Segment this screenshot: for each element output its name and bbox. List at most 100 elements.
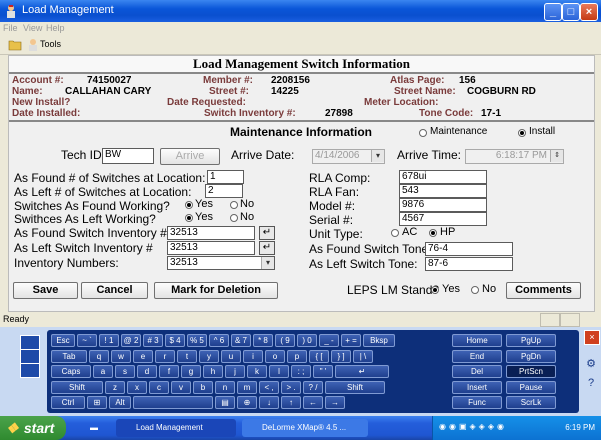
key[interactable]: v: [171, 380, 191, 394]
key[interactable]: Ctrl: [51, 396, 85, 409]
menu-file[interactable]: File: [3, 23, 18, 33]
unit-type-ac-radio[interactable]: [391, 229, 399, 237]
nav-key[interactable]: PrtScn: [506, 365, 556, 378]
key[interactable]: & 7: [231, 334, 251, 347]
nav-key[interactable]: PgDn: [506, 349, 556, 363]
tech-id-field[interactable]: BW: [102, 148, 154, 164]
key[interactable]: Alt: [109, 396, 131, 409]
rla-comp-field[interactable]: 678ui: [399, 170, 487, 184]
key[interactable]: i: [243, 349, 263, 363]
serial-field[interactable]: 4567: [399, 212, 487, 226]
key[interactable]: ) 0: [297, 334, 317, 347]
nav-key[interactable]: Func: [452, 396, 502, 409]
key[interactable]: [133, 396, 213, 409]
tools-icon[interactable]: [26, 38, 40, 51]
key[interactable]: o: [265, 349, 285, 363]
spinner-icon[interactable]: ⇕: [550, 150, 563, 162]
title-bar[interactable]: Load Management _ □ ×: [0, 0, 601, 22]
key[interactable]: w: [111, 349, 131, 363]
maximize-icon[interactable]: □: [562, 3, 580, 21]
nav-key[interactable]: PgUp: [506, 334, 556, 347]
key[interactable]: ←: [303, 396, 323, 409]
keyboard-close-icon[interactable]: ×: [584, 330, 600, 345]
inv-numbers-select[interactable]: 32513 ▾: [167, 256, 275, 270]
key[interactable]: ⊞: [87, 396, 107, 409]
key[interactable]: Esc: [51, 334, 75, 347]
key[interactable]: m: [237, 380, 257, 394]
found-inv-field[interactable]: 32513: [167, 226, 255, 240]
key[interactable]: ( 9: [275, 334, 295, 347]
arrive-time-field[interactable]: 6:18:17 PM ⇕: [465, 149, 564, 164]
key[interactable]: y: [199, 349, 219, 363]
tools-label[interactable]: Tools: [40, 39, 61, 49]
key[interactable]: l: [269, 365, 289, 378]
nav-key[interactable]: ScrLk: [506, 396, 556, 409]
key[interactable]: Caps: [51, 365, 91, 378]
key[interactable]: $ 4: [165, 334, 185, 347]
key[interactable]: u: [221, 349, 241, 363]
menu-view[interactable]: View: [23, 23, 42, 33]
nav-key[interactable]: Home: [452, 334, 502, 347]
key[interactable]: p: [287, 349, 307, 363]
key[interactable]: e: [133, 349, 153, 363]
key[interactable]: ↵: [335, 365, 389, 378]
keyboard-mode-icon[interactable]: [20, 349, 40, 364]
key[interactable]: : ;: [291, 365, 311, 378]
key[interactable]: ! 1: [99, 334, 119, 347]
left-tone-field[interactable]: 87-6: [425, 257, 513, 271]
key[interactable]: { [: [309, 349, 329, 363]
radio-maintenance[interactable]: [419, 129, 427, 137]
key[interactable]: " ': [313, 365, 333, 378]
key[interactable]: t: [177, 349, 197, 363]
key[interactable]: Shift: [325, 380, 385, 394]
key[interactable]: ~ `: [77, 334, 97, 347]
key[interactable]: k: [247, 365, 267, 378]
key[interactable]: c: [149, 380, 169, 394]
left-count-field[interactable]: 2: [205, 184, 243, 198]
quick-launch-icon[interactable]: ▬: [90, 419, 110, 437]
key[interactable]: + =: [341, 334, 361, 347]
nav-key[interactable]: Del: [452, 365, 502, 378]
key[interactable]: ▤: [215, 396, 235, 409]
key[interactable]: q: [89, 349, 109, 363]
keyboard-help-icon[interactable]: ?: [584, 377, 598, 390]
key[interactable]: @ 2: [121, 334, 141, 347]
folder-icon[interactable]: [8, 38, 22, 51]
key[interactable]: * 8: [253, 334, 273, 347]
key[interactable]: > .: [281, 380, 301, 394]
key[interactable]: r: [155, 349, 175, 363]
leps-no-radio[interactable]: [471, 286, 479, 294]
arrive-date-field[interactable]: 4/14/2006 ▾: [312, 149, 385, 164]
rla-fan-field[interactable]: 543: [399, 184, 487, 198]
key[interactable]: j: [225, 365, 245, 378]
key[interactable]: < ,: [259, 380, 279, 394]
key[interactable]: | \: [353, 349, 373, 363]
key[interactable]: ↓: [259, 396, 279, 409]
found-working-no-radio[interactable]: [230, 201, 238, 209]
return-arrow-icon[interactable]: ↵: [259, 226, 275, 240]
key[interactable]: s: [115, 365, 135, 378]
keyboard-mode-icon[interactable]: [20, 335, 40, 350]
key[interactable]: ↑: [281, 396, 301, 409]
leps-yes-radio[interactable]: [431, 286, 439, 294]
left-working-no-radio[interactable]: [230, 214, 238, 222]
found-tone-field[interactable]: 76-4: [425, 242, 513, 256]
key[interactable]: ⊕: [237, 396, 257, 409]
menu-help[interactable]: Help: [46, 23, 65, 33]
unit-type-hp-radio[interactable]: [429, 229, 437, 237]
key[interactable]: # 3: [143, 334, 163, 347]
key[interactable]: % 5: [187, 334, 207, 347]
key[interactable]: f: [159, 365, 179, 378]
key[interactable]: →: [325, 396, 345, 409]
key[interactable]: Bksp: [363, 334, 395, 347]
save-button[interactable]: Save: [13, 282, 78, 299]
key[interactable]: b: [193, 380, 213, 394]
arrive-button[interactable]: Arrive: [160, 148, 220, 165]
key[interactable]: g: [181, 365, 201, 378]
key[interactable]: x: [127, 380, 147, 394]
key[interactable]: a: [93, 365, 113, 378]
nav-key[interactable]: Pause: [506, 380, 556, 394]
key[interactable]: Shift: [51, 380, 103, 394]
taskbar-load-management[interactable]: Load Management: [116, 419, 236, 437]
key[interactable]: n: [215, 380, 235, 394]
